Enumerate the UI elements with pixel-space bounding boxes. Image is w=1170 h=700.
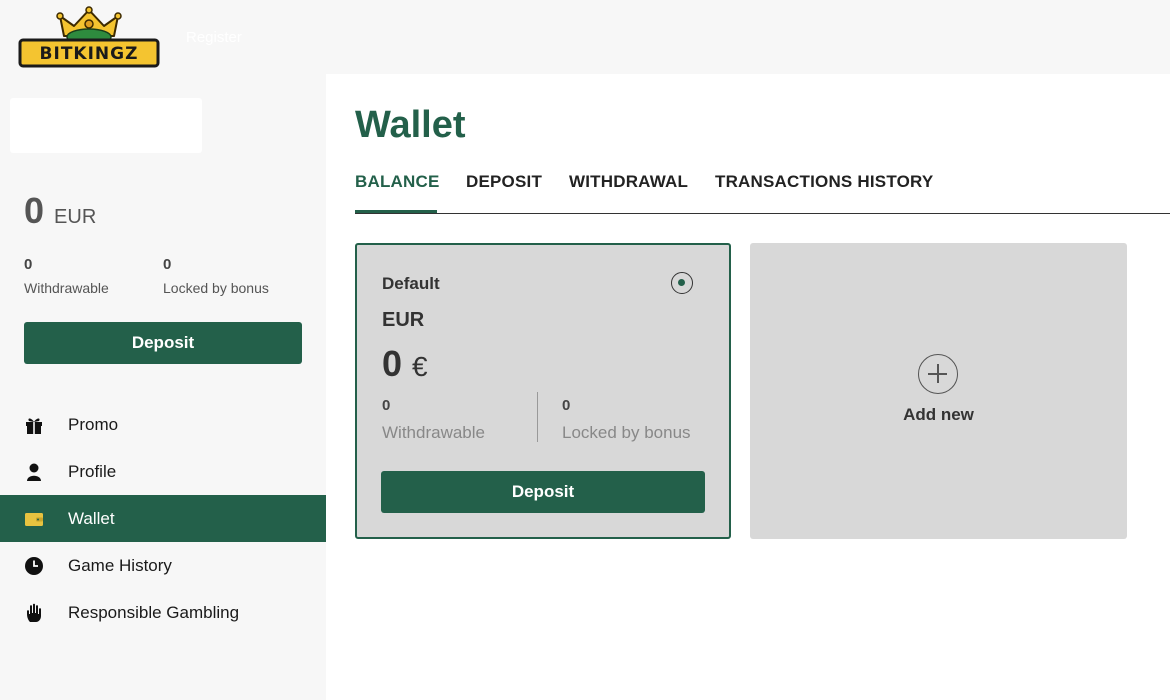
sidebar-item-label: Responsible Gambling	[68, 602, 240, 622]
user-panel	[10, 98, 202, 153]
wallet-currency-symbol: €	[412, 351, 428, 382]
sidebar-item-label: Game History	[68, 555, 172, 575]
add-new-label: Add new	[903, 405, 974, 424]
wallet-icon	[24, 509, 44, 529]
hand-icon	[24, 603, 44, 623]
sidebar-item-responsible-gambling[interactable]: Responsible Gambling	[0, 589, 326, 636]
sidebar-item-label: Promo	[68, 414, 119, 434]
sidebar-item-profile[interactable]: Profile	[0, 448, 326, 495]
wallet-withdrawable-value: 0	[382, 397, 391, 414]
tab-balance[interactable]: BALANCE	[355, 172, 440, 192]
plus-circle-icon	[918, 354, 958, 394]
wallet-withdrawable: 0 Withdrawable	[382, 397, 485, 443]
wallet-locked-value: 0	[562, 397, 571, 414]
tab-withdrawal[interactable]: WITHDRAWAL	[569, 172, 688, 192]
wallet-withdrawable-label: Withdrawable	[382, 423, 485, 442]
add-new-wallet-card[interactable]: Add new	[750, 243, 1127, 539]
wallet-amount-value: 0	[382, 343, 403, 384]
wallet-card-eur: Default EUR 0 € 0 Withdrawable 0 Locked …	[355, 243, 731, 539]
sidebar-balance-amount: 0	[24, 190, 45, 231]
wallet-tabs: BALANCE DEPOSIT WITHDRAWAL TRANSACTIONS …	[355, 170, 1170, 214]
page-title: Wallet	[355, 104, 466, 146]
sidebar-nav: Promo Profile Wallet Game History Respon…	[0, 401, 326, 636]
sidebar-withdrawable: 0 Withdrawable	[24, 256, 109, 296]
sidebar-locked: 0 Locked by bonus	[163, 256, 269, 296]
sidebar-item-promo[interactable]: Promo	[0, 401, 326, 448]
default-radio[interactable]	[671, 272, 693, 294]
sidebar-locked-label: Locked by bonus	[163, 280, 269, 296]
tab-deposit[interactable]: DEPOSIT	[466, 172, 542, 192]
sidebar-item-label: Wallet	[68, 508, 115, 528]
sidebar-deposit-button[interactable]: Deposit	[24, 322, 302, 364]
account-sidebar: 0 EUR 0 Withdrawable 0 Locked by bonus D…	[0, 74, 326, 700]
sidebar-withdrawable-label: Withdrawable	[24, 280, 109, 296]
wallet-locked-label: Locked by bonus	[562, 423, 691, 442]
sidebar-balance-currency: EUR	[54, 206, 97, 228]
stat-divider	[537, 392, 538, 442]
wallet-amount: 0 €	[382, 343, 428, 385]
sidebar-locked-value: 0	[163, 256, 172, 273]
wallet-locked: 0 Locked by bonus	[562, 397, 691, 443]
register-link[interactable]: Register	[186, 29, 242, 46]
gift-icon	[24, 415, 44, 435]
clock-icon	[24, 556, 44, 576]
top-header: BITKINGZ Register	[0, 0, 1170, 74]
tab-transactions-history[interactable]: TRANSACTIONS HISTORY	[715, 172, 933, 192]
sidebar-item-label: Profile	[68, 461, 117, 481]
logo-text: BITKINGZ	[40, 44, 139, 64]
active-tab-indicator	[355, 210, 437, 213]
sidebar-item-wallet[interactable]: Wallet	[0, 495, 326, 542]
bitkingz-logo[interactable]: BITKINGZ	[18, 6, 160, 70]
wallet-deposit-button[interactable]: Deposit	[381, 471, 705, 513]
sidebar-withdrawable-value: 0	[24, 256, 33, 273]
user-icon	[24, 462, 44, 482]
default-label: Default	[382, 274, 440, 293]
sidebar-balance: 0 EUR	[24, 190, 96, 232]
sidebar-item-game-history[interactable]: Game History	[0, 542, 326, 589]
wallet-currency: EUR	[382, 309, 425, 331]
